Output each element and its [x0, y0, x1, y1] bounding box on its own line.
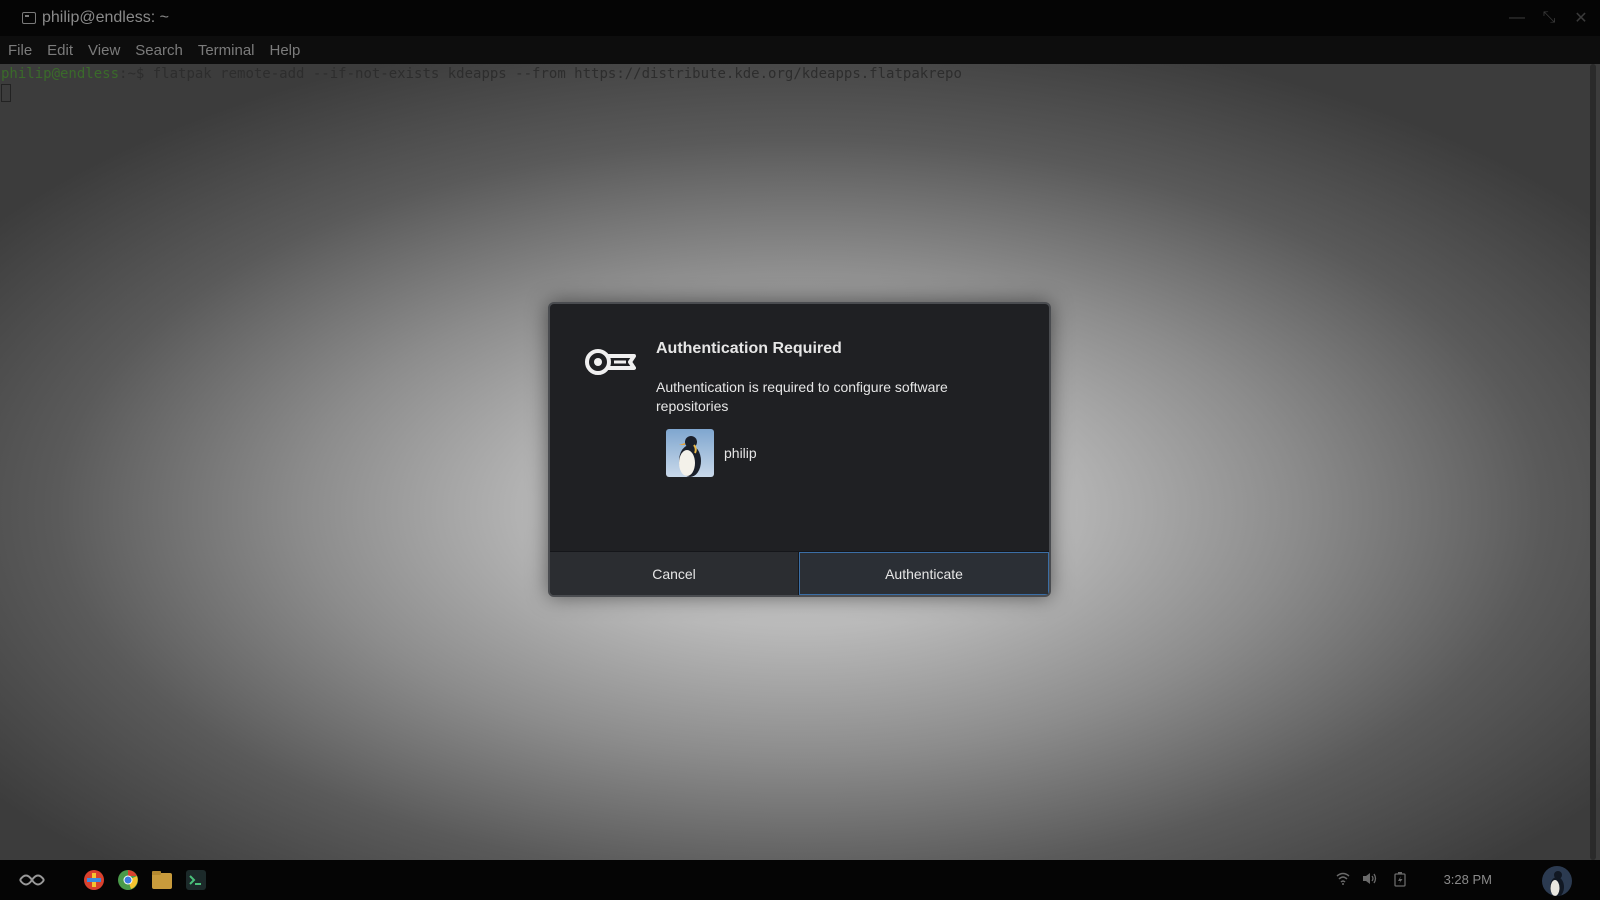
dialog-button-row: Cancel Authenticate: [550, 551, 1049, 595]
menu-search[interactable]: Search: [135, 42, 183, 59]
terminal-icon: [22, 12, 36, 24]
terminal-command-line: philip@endless:~$ flatpak remote-add --i…: [1, 66, 962, 82]
penguin-avatar-icon: [666, 429, 714, 477]
dialog-title: Authentication Required: [656, 340, 842, 357]
battery-icon[interactable]: [1394, 872, 1406, 890]
menu-terminal[interactable]: Terminal: [198, 42, 255, 59]
authenticate-button[interactable]: Authenticate: [799, 552, 1049, 595]
menu-bar: File Edit View Search Terminal Help: [0, 36, 1600, 64]
menu-help[interactable]: Help: [270, 42, 301, 59]
clock[interactable]: 3:28 PM: [1444, 872, 1492, 887]
command-text: flatpak remote-add --if-not-exists kdeap…: [152, 66, 962, 82]
window-titlebar: philip@endless: ~ — ⤡ ✕: [0, 0, 1600, 36]
prompt-suffix: :~$: [119, 66, 153, 82]
user-avatar: [666, 429, 714, 477]
volume-icon[interactable]: [1362, 872, 1378, 888]
minimize-button[interactable]: —: [1508, 9, 1526, 27]
endless-logo-icon[interactable]: [18, 872, 46, 888]
taskbar: 3:28 PM: [0, 860, 1600, 900]
wifi-icon[interactable]: [1336, 872, 1350, 888]
terminal-app-icon[interactable]: [185, 869, 207, 891]
user-menu-avatar[interactable]: [1542, 866, 1572, 896]
maximize-button[interactable]: ⤡: [1540, 9, 1558, 27]
chrome-icon[interactable]: [117, 869, 139, 891]
window-title: philip@endless: ~: [42, 9, 169, 26]
terminal-cursor: [1, 84, 11, 102]
penguin-tray-icon: [1550, 871, 1564, 896]
user-name: philip: [724, 445, 757, 461]
cancel-button[interactable]: Cancel: [550, 552, 799, 595]
app-center-icon[interactable]: [83, 869, 105, 891]
close-button[interactable]: ✕: [1572, 8, 1590, 28]
window-controls: — ⤡ ✕: [1508, 0, 1590, 36]
dialog-message: Authentication is required to configure …: [656, 379, 948, 414]
prompt-user: philip@endless: [1, 66, 120, 82]
terminal-scrollbar[interactable]: [1590, 64, 1596, 860]
authentication-dialog: Authentication Required Authentication i…: [548, 302, 1051, 597]
menu-edit[interactable]: Edit: [47, 42, 73, 59]
user-selector: philip: [666, 429, 757, 477]
files-icon[interactable]: [151, 869, 173, 891]
menu-file[interactable]: File: [8, 42, 32, 59]
menu-view[interactable]: View: [88, 42, 120, 59]
key-icon: [585, 349, 636, 375]
